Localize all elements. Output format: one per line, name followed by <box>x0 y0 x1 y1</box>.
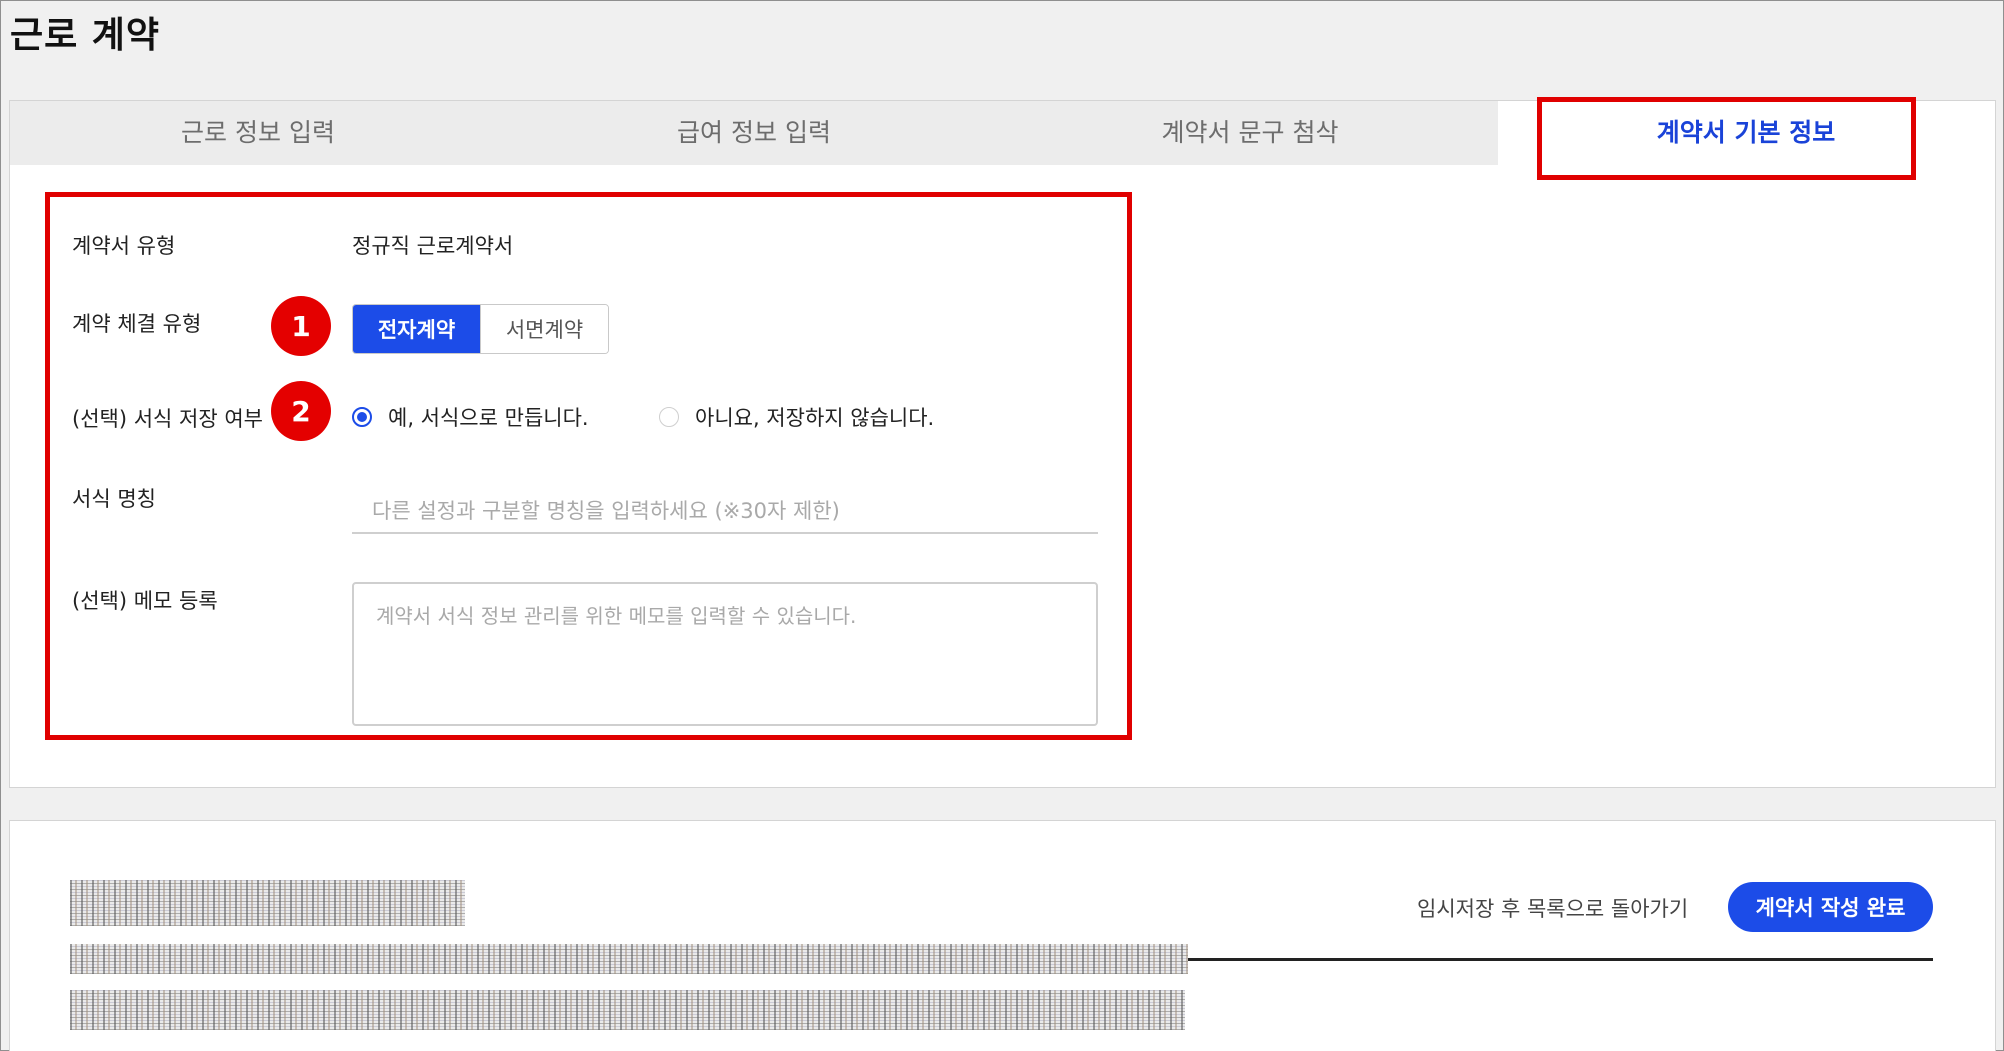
redacted-text-block <box>70 880 465 926</box>
highlight-box-tab <box>1537 97 1916 180</box>
tab-salary-info[interactable]: 급여 정보 입력 <box>506 101 1002 164</box>
footer-divider <box>1188 958 1933 961</box>
step-badge-2: 2 <box>271 381 331 441</box>
tab-contract-text-edit[interactable]: 계약서 문구 첨삭 <box>1002 101 1498 164</box>
highlight-box-form <box>45 192 1132 740</box>
save-and-back-link[interactable]: 임시저장 후 목록으로 돌아가기 <box>1417 893 1688 923</box>
complete-contract-button[interactable]: 계약서 작성 완료 <box>1728 882 1933 932</box>
step-badge-1: 1 <box>271 296 331 356</box>
tab-work-info[interactable]: 근로 정보 입력 <box>10 101 506 164</box>
redacted-text-block <box>70 990 1185 1030</box>
page-title: 근로 계약 <box>10 15 161 56</box>
redacted-text-block <box>70 944 1188 974</box>
